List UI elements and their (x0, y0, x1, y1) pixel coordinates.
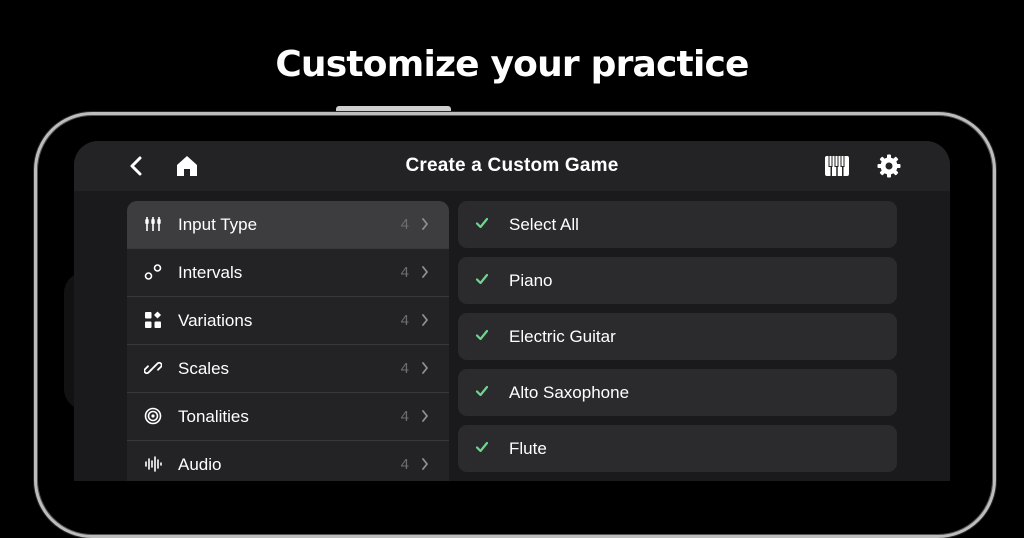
menu-item-variations[interactable]: Variations 4 (127, 297, 449, 345)
option-label: Piano (509, 271, 553, 290)
menu-item-count: 4 (400, 312, 409, 329)
content-area: Input Type 4 Intervals 4 Variations 4 Sc… (74, 191, 950, 481)
page-title: Create a Custom Game (405, 155, 619, 176)
checkmark-icon (475, 217, 489, 229)
option-electric-guitar[interactable]: Electric Guitar (458, 313, 897, 360)
scales-icon (144, 361, 162, 375)
menu-item-intervals[interactable]: Intervals 4 (127, 249, 449, 297)
option-label: Flute (509, 439, 547, 458)
intervals-icon (144, 264, 162, 280)
menu-item-label: Input Type (178, 215, 258, 234)
menu-item-label: Scales (178, 359, 230, 378)
checkmark-icon (475, 273, 489, 285)
checkmark-icon (475, 385, 489, 397)
menu-item-scales[interactable]: Scales 4 (127, 345, 449, 393)
chevron-right-icon (422, 266, 428, 278)
chevron-right-icon (422, 458, 428, 470)
chevron-right-icon (422, 362, 428, 374)
option-label: Alto Saxophone (509, 383, 630, 402)
option-piano[interactable]: Piano (458, 257, 897, 304)
tonalities-icon (144, 407, 162, 425)
audio-icon (145, 456, 162, 472)
menu-item-label: Intervals (178, 263, 243, 282)
headline: Customize your practice (275, 44, 749, 85)
menu-item-count: 4 (400, 264, 409, 281)
menu-item-label: Audio (178, 455, 222, 474)
top-bar: Create a Custom Game (74, 141, 950, 191)
menu-item-label: Tonalities (178, 407, 249, 426)
menu-item-count: 4 (400, 216, 409, 233)
menu-item-count: 4 (400, 456, 409, 473)
chevron-right-icon (422, 410, 428, 422)
category-menu: Input Type 4 Intervals 4 Variations 4 Sc… (127, 201, 449, 481)
chevron-right-icon (422, 218, 428, 230)
app-screen: Create a Custom Game Input Type 4 Interv… (74, 141, 950, 481)
option-flute[interactable]: Flute (458, 425, 897, 472)
menu-item-count: 4 (400, 360, 409, 377)
option-alto-saxophone[interactable]: Alto Saxophone (458, 369, 897, 416)
chevron-right-icon (422, 314, 428, 326)
checkmark-icon (475, 441, 489, 453)
option-label: Electric Guitar (509, 327, 616, 346)
piano-keys-icon[interactable] (824, 153, 850, 179)
option-select-all[interactable]: Select All (458, 201, 897, 248)
gear-icon[interactable] (876, 153, 902, 179)
variations-icon (145, 311, 161, 328)
menu-item-count: 4 (400, 408, 409, 425)
checkmark-icon (475, 329, 489, 341)
option-label: Select All (509, 215, 579, 234)
menu-item-input-type[interactable]: Input Type 4 (127, 201, 449, 249)
input-type-icon (145, 217, 161, 231)
menu-item-label: Variations (178, 311, 253, 330)
menu-item-tonalities[interactable]: Tonalities 4 (127, 393, 449, 441)
menu-item-audio[interactable]: Audio 4 (127, 441, 449, 481)
